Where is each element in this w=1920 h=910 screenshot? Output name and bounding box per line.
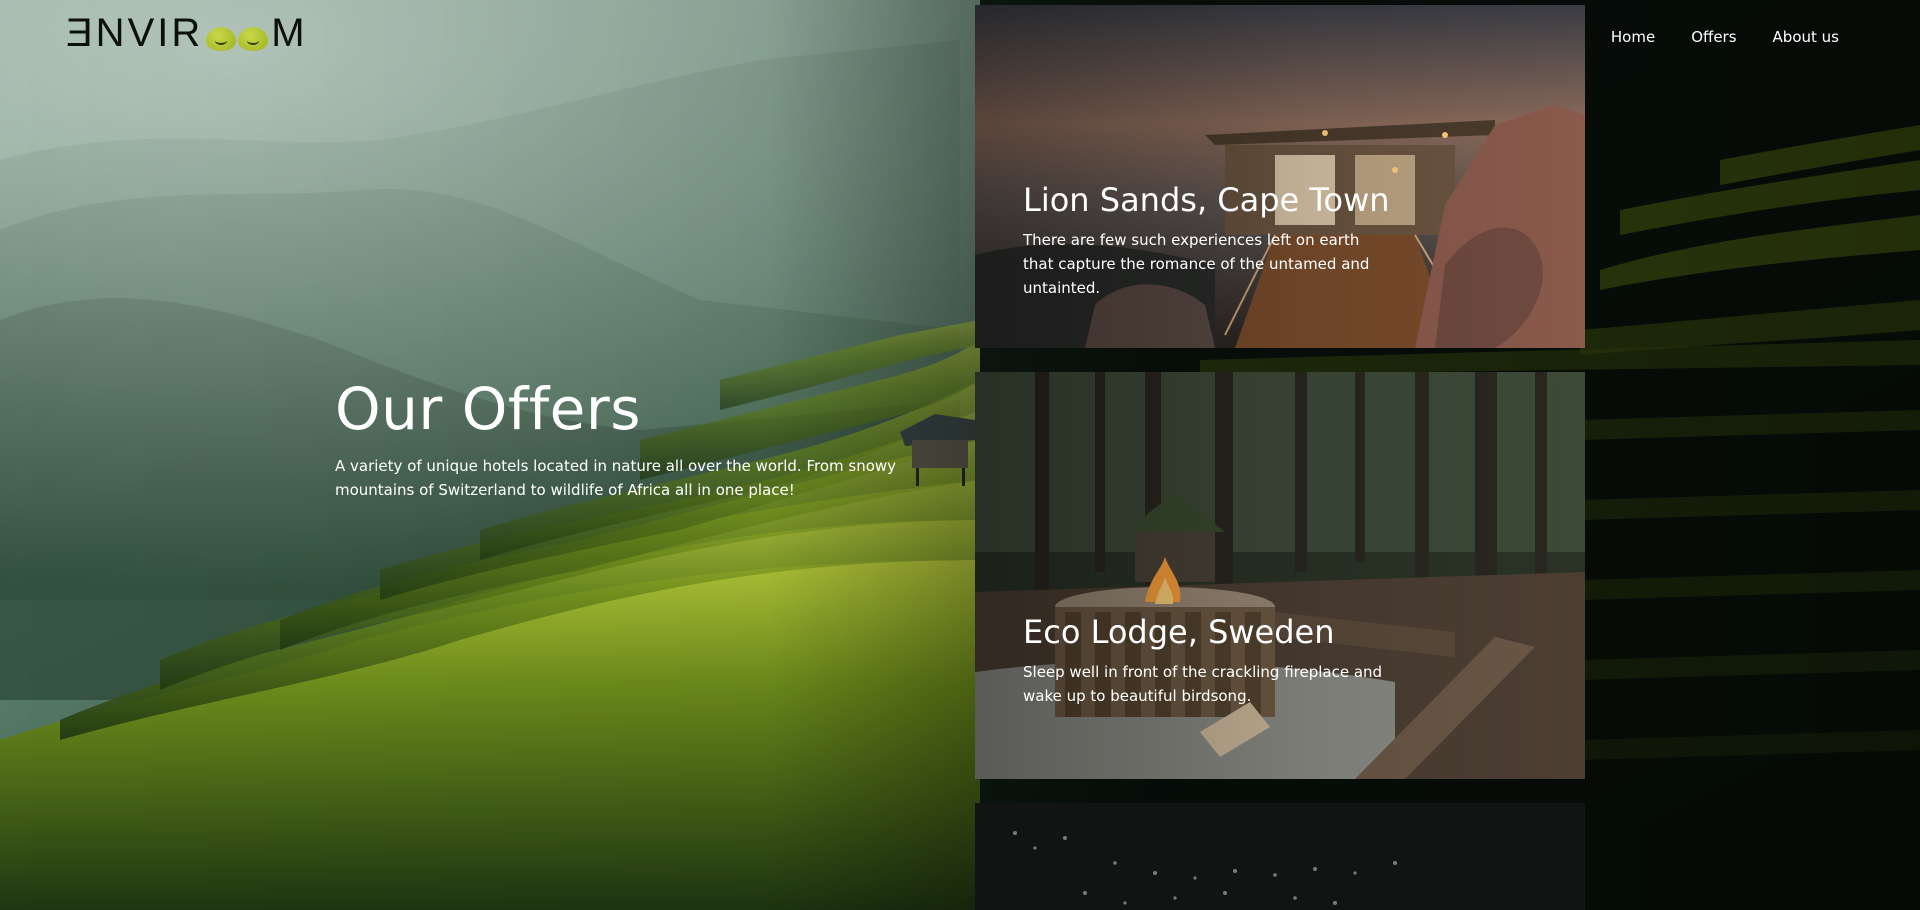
offer-description: There are few such experiences left on e… xyxy=(1023,231,1370,297)
offers-list: Lion Sands, Cape Town There are few such… xyxy=(975,5,1585,910)
offer-card-lion-sands[interactable]: Lion Sands, Cape Town There are few such… xyxy=(975,5,1585,348)
third-offer-image xyxy=(975,803,1585,910)
logo-text-left: ƎNVIR xyxy=(66,10,204,55)
nav-offers-link[interactable]: Offers xyxy=(1691,28,1736,46)
offer-title: Eco Lodge, Sweden xyxy=(1023,613,1335,651)
logo-text-right: M xyxy=(271,10,308,55)
hero-section: Our Offers A variety of unique hotels lo… xyxy=(335,374,955,502)
page-title: Our Offers xyxy=(335,375,641,443)
offer-title: Lion Sands, Cape Town xyxy=(1023,181,1390,219)
background-image xyxy=(0,0,1920,910)
nav-about-link[interactable]: About us xyxy=(1773,28,1839,46)
nav-home-link[interactable]: Home xyxy=(1611,28,1655,46)
logo-leaf-icon xyxy=(206,27,269,51)
hero-description: A variety of unique hotels located in na… xyxy=(335,457,897,499)
offer-card-eco-lodge[interactable]: Eco Lodge, Sweden Sleep well in front of… xyxy=(975,372,1585,779)
main-navigation: Home Offers About us xyxy=(1611,28,1839,46)
offer-description: Sleep well in front of the crackling fir… xyxy=(1023,663,1383,705)
offer-card-third[interactable] xyxy=(975,803,1585,910)
site-logo[interactable]: ƎNVIR M xyxy=(66,10,308,55)
